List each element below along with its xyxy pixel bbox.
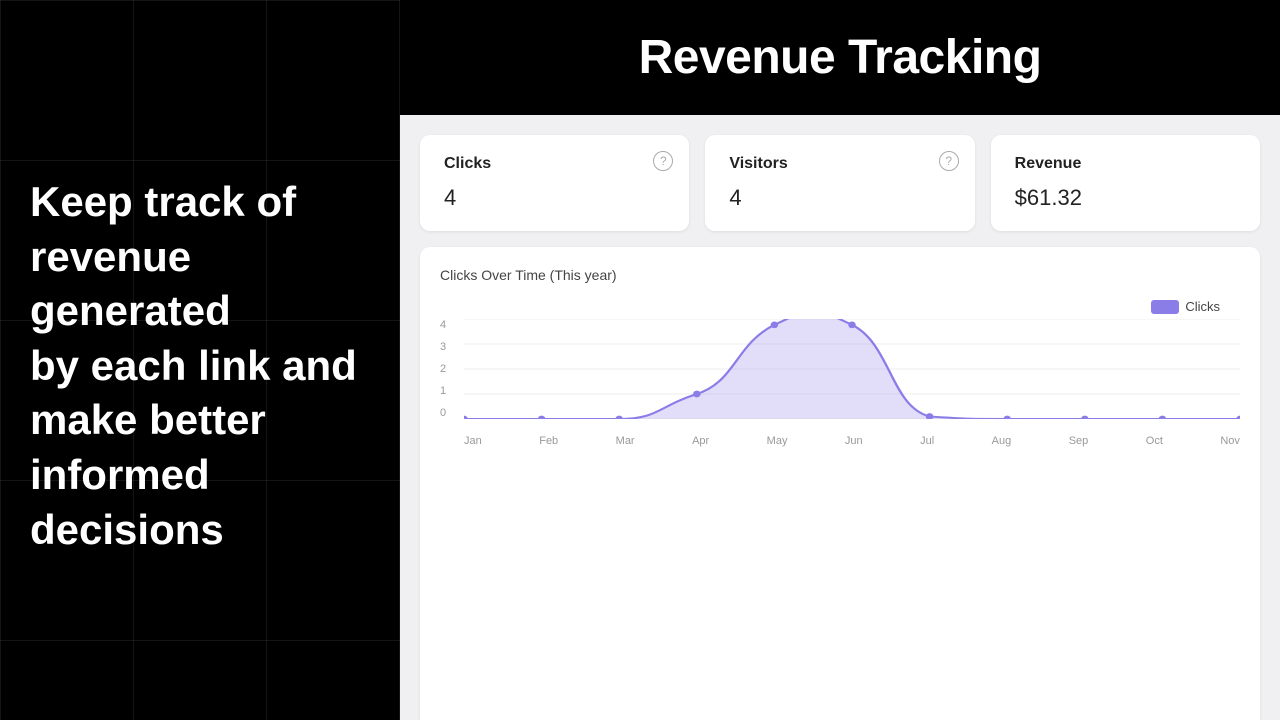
chart-container: Clicks Over Time (This year) Clicks 4 3 … bbox=[420, 247, 1260, 720]
y-label-3: 3 bbox=[440, 341, 460, 353]
tagline-line-2: revenue generated bbox=[30, 230, 370, 339]
x-label-mar: Mar bbox=[616, 435, 635, 447]
x-label-jun: Jun bbox=[845, 435, 863, 447]
y-label-4: 4 bbox=[440, 319, 460, 331]
x-label-may: May bbox=[767, 435, 788, 447]
revenue-card: Revenue $61.32 bbox=[991, 135, 1260, 231]
tagline-line-3: by each link and bbox=[30, 339, 370, 394]
x-label-nov: Nov bbox=[1220, 435, 1240, 447]
y-label-0: 0 bbox=[440, 407, 460, 419]
y-label-2: 2 bbox=[440, 363, 460, 375]
tagline-line-4: make better bbox=[30, 393, 370, 448]
chart-legend: Clicks bbox=[1151, 299, 1220, 314]
y-label-1: 1 bbox=[440, 385, 460, 397]
tagline: Keep track of revenue generated by each … bbox=[20, 175, 380, 557]
visitors-card: Visitors ? 4 bbox=[705, 135, 974, 231]
y-axis: 4 3 2 1 0 bbox=[440, 319, 460, 419]
visitors-value: 4 bbox=[729, 185, 950, 211]
clicks-value: 4 bbox=[444, 185, 665, 211]
x-label-oct: Oct bbox=[1146, 435, 1163, 447]
clicks-card: Clicks ? 4 bbox=[420, 135, 689, 231]
right-panel: Revenue Tracking Clicks ? 4 Visitors ? 4… bbox=[400, 0, 1280, 720]
revenue-label: Revenue bbox=[1015, 155, 1236, 173]
legend-color-swatch bbox=[1151, 300, 1179, 314]
stats-row: Clicks ? 4 Visitors ? 4 Revenue $61.32 bbox=[420, 135, 1260, 231]
header: Revenue Tracking bbox=[400, 0, 1280, 115]
legend-label: Clicks bbox=[1185, 299, 1220, 314]
dashboard: Clicks ? 4 Visitors ? 4 Revenue $61.32 C… bbox=[400, 115, 1280, 720]
x-label-aug: Aug bbox=[992, 435, 1012, 447]
x-label-feb: Feb bbox=[539, 435, 558, 447]
tagline-line-1: Keep track of bbox=[30, 175, 370, 230]
revenue-value: $61.32 bbox=[1015, 185, 1236, 211]
x-axis: Jan Feb Mar Apr May Jun Jul Aug Sep Oct … bbox=[464, 435, 1240, 459]
chart-svg-area bbox=[464, 319, 1240, 419]
tagline-line-5: informed decisions bbox=[30, 448, 370, 557]
chart-area: Clicks 4 3 2 1 0 bbox=[440, 299, 1240, 459]
clicks-label: Clicks bbox=[444, 155, 665, 173]
x-label-apr: Apr bbox=[692, 435, 709, 447]
x-label-jan: Jan bbox=[464, 435, 482, 447]
x-label-jul: Jul bbox=[920, 435, 934, 447]
chart-title: Clicks Over Time (This year) bbox=[440, 267, 1240, 283]
page-title: Revenue Tracking bbox=[420, 30, 1260, 85]
visitors-label: Visitors bbox=[729, 155, 950, 173]
left-panel: Keep track of revenue generated by each … bbox=[0, 0, 400, 720]
clicks-help-icon[interactable]: ? bbox=[653, 151, 673, 171]
x-label-sep: Sep bbox=[1069, 435, 1089, 447]
visitors-help-icon[interactable]: ? bbox=[939, 151, 959, 171]
